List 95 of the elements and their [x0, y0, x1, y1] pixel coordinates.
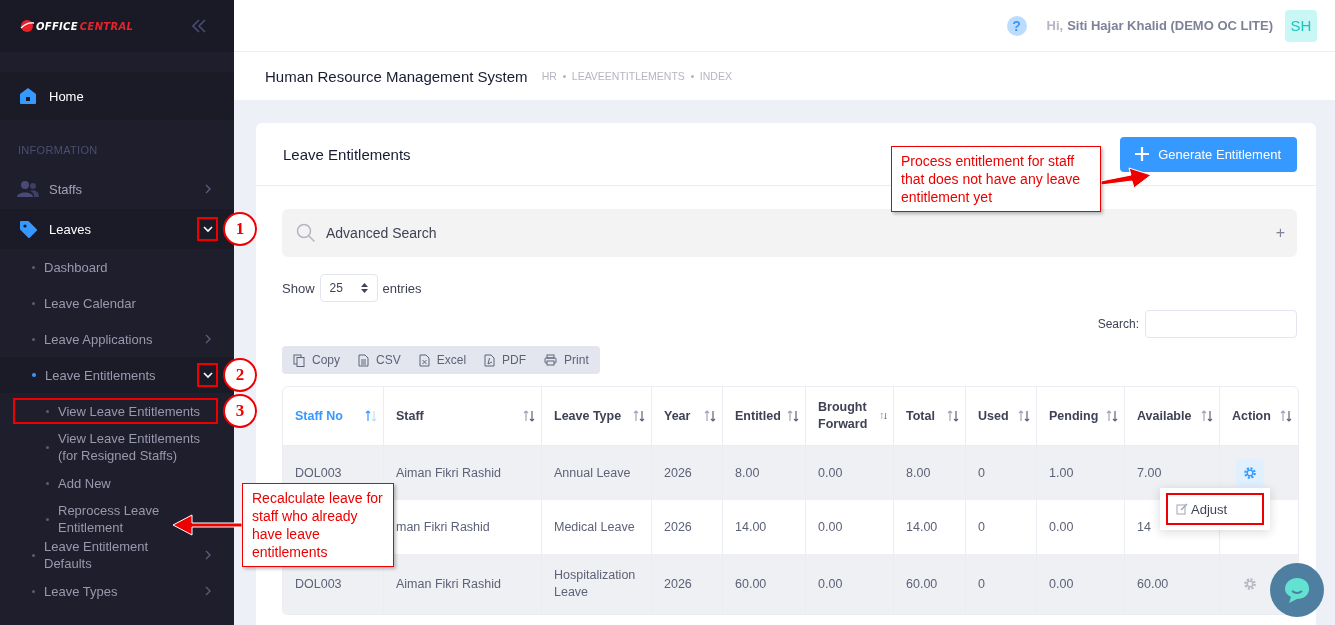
table-cell: Medical Leave [554, 519, 635, 534]
callout: Recalculate leave for staff who already have leave entitlements [242, 483, 394, 567]
table-cell: Annual Leave [554, 465, 631, 480]
sort-icon [633, 410, 645, 422]
export-button[interactable]: CSV [349, 346, 410, 374]
table-cell: 7.00 [1137, 465, 1162, 480]
chevron-icon[interactable] [197, 217, 218, 241]
logo: OFFICE CENTRAL [20, 19, 134, 33]
entries-select[interactable]: 25 [319, 274, 378, 302]
search-label: Search: [1097, 317, 1139, 331]
spreadsheet-icon [418, 353, 430, 367]
collapse-icon[interactable] [192, 19, 206, 33]
table-cell: 60.00 [1137, 576, 1169, 591]
sort-icon [523, 410, 535, 422]
table-cell: 2026 [664, 465, 692, 480]
sort-icon [704, 410, 716, 422]
printer-icon [544, 354, 558, 366]
home-icon [19, 87, 37, 105]
menu-item[interactable]: Reprocess Leave Entitlement [0, 501, 234, 537]
callout: Process entitlement for staff that does not have any leave entitlement yet [891, 146, 1101, 212]
table-cell: 0 [978, 519, 985, 534]
document-icon [484, 353, 496, 367]
table-cell: 0 [978, 576, 985, 591]
menu-item[interactable]: Staffs [0, 169, 234, 209]
menu-item[interactable]: Home [0, 72, 234, 120]
sort-icon [1018, 410, 1030, 422]
menu-item[interactable]: Leave Entitlements [0, 357, 234, 393]
sort-icon [879, 410, 887, 422]
table-cell: 0.00 [818, 465, 843, 480]
export-button[interactable]: Print [535, 346, 598, 374]
export-button[interactable]: Excel [409, 346, 476, 374]
table-cell: 14.00 [735, 519, 767, 534]
table-cell: man Fikri Rashid [396, 519, 490, 534]
step-number: 3 [223, 394, 257, 428]
section-label: INFORMATION [17, 142, 99, 158]
edit-icon [1176, 503, 1188, 515]
sort-icon [947, 410, 959, 422]
table-cell: Hospitalization Leave [554, 568, 636, 599]
menu-item[interactable]: Leave Applications [0, 321, 234, 357]
menu-item[interactable]: Dashboard [0, 249, 234, 285]
menu-item[interactable]: View Leave Entitlements (for Resigned Staffs) [0, 429, 234, 465]
table-cell: 0.00 [1049, 576, 1074, 591]
table-cell: 1.00 [1049, 465, 1074, 480]
table-cell: DOL003 [295, 465, 342, 480]
greeting: Hi, [1046, 18, 1064, 33]
menu-item[interactable]: Add New [0, 465, 234, 501]
table-cell: 0.00 [818, 519, 843, 534]
tag-icon [19, 220, 37, 238]
table-cell: 14 [1137, 519, 1151, 534]
copy-icon [293, 353, 305, 367]
sort-icon [1201, 410, 1213, 422]
table-cell: DOL003 [295, 576, 342, 591]
advanced-search-label: Advanced Search [326, 225, 438, 241]
caret-icon [360, 283, 368, 293]
menu-item[interactable]: Leave Entitlement Defaults [0, 537, 234, 573]
export-button[interactable]: Copy [284, 346, 349, 374]
chevron-icon[interactable] [197, 363, 218, 387]
table-cell: 60.00 [906, 576, 938, 591]
sort-icon [1106, 410, 1118, 422]
table-cell: 0.00 [1049, 519, 1074, 534]
table-cell: 60.00 [735, 576, 767, 591]
sort-icon [1280, 410, 1292, 422]
plus-icon [1134, 146, 1151, 162]
table-cell: 2026 [664, 519, 692, 534]
menu-item[interactable]: Leave Calendar [0, 285, 234, 321]
show-label: Show [282, 280, 315, 296]
table-cell: Aiman Fikri Rashid [396, 576, 501, 591]
table-cell: 0 [978, 465, 985, 480]
document-icon [358, 353, 369, 367]
menu-item[interactable]: View Leave Entitlements [13, 398, 218, 424]
settings-button[interactable] [1236, 459, 1264, 487]
sort-icon [787, 410, 799, 422]
entries-label: entries [382, 280, 422, 296]
gear-icon [1243, 577, 1257, 591]
sort-icon [365, 410, 377, 422]
card-title: Leave Entitlements [283, 145, 411, 163]
expand-toggle[interactable]: + [1275, 224, 1285, 242]
table-cell: 0.00 [818, 576, 843, 591]
chat-icon [1283, 576, 1311, 604]
menu-item[interactable]: Leaves [0, 209, 234, 249]
table-cell: 2026 [664, 576, 692, 591]
table-cell: 8.00 [735, 465, 760, 480]
advanced-search-bar[interactable]: Advanced Search + [282, 209, 1297, 257]
table-cell: Aiman Fikri Rashid [396, 465, 501, 480]
table-cell: 8.00 [906, 465, 931, 480]
user-name[interactable]: Siti Hajar Khalid (DEMO OC LITE) [1067, 18, 1273, 33]
table-cell: 14.00 [906, 519, 938, 534]
people-icon [17, 180, 39, 198]
search-field[interactable] [1145, 310, 1297, 338]
export-button[interactable]: PDF [475, 346, 536, 374]
page-title: Human Resource Management System [265, 67, 528, 85]
menu-item[interactable]: Adjust [1166, 493, 1264, 525]
gear-icon [1243, 466, 1257, 480]
search-icon [296, 223, 316, 243]
menu-item[interactable]: Leave Types [0, 573, 234, 609]
